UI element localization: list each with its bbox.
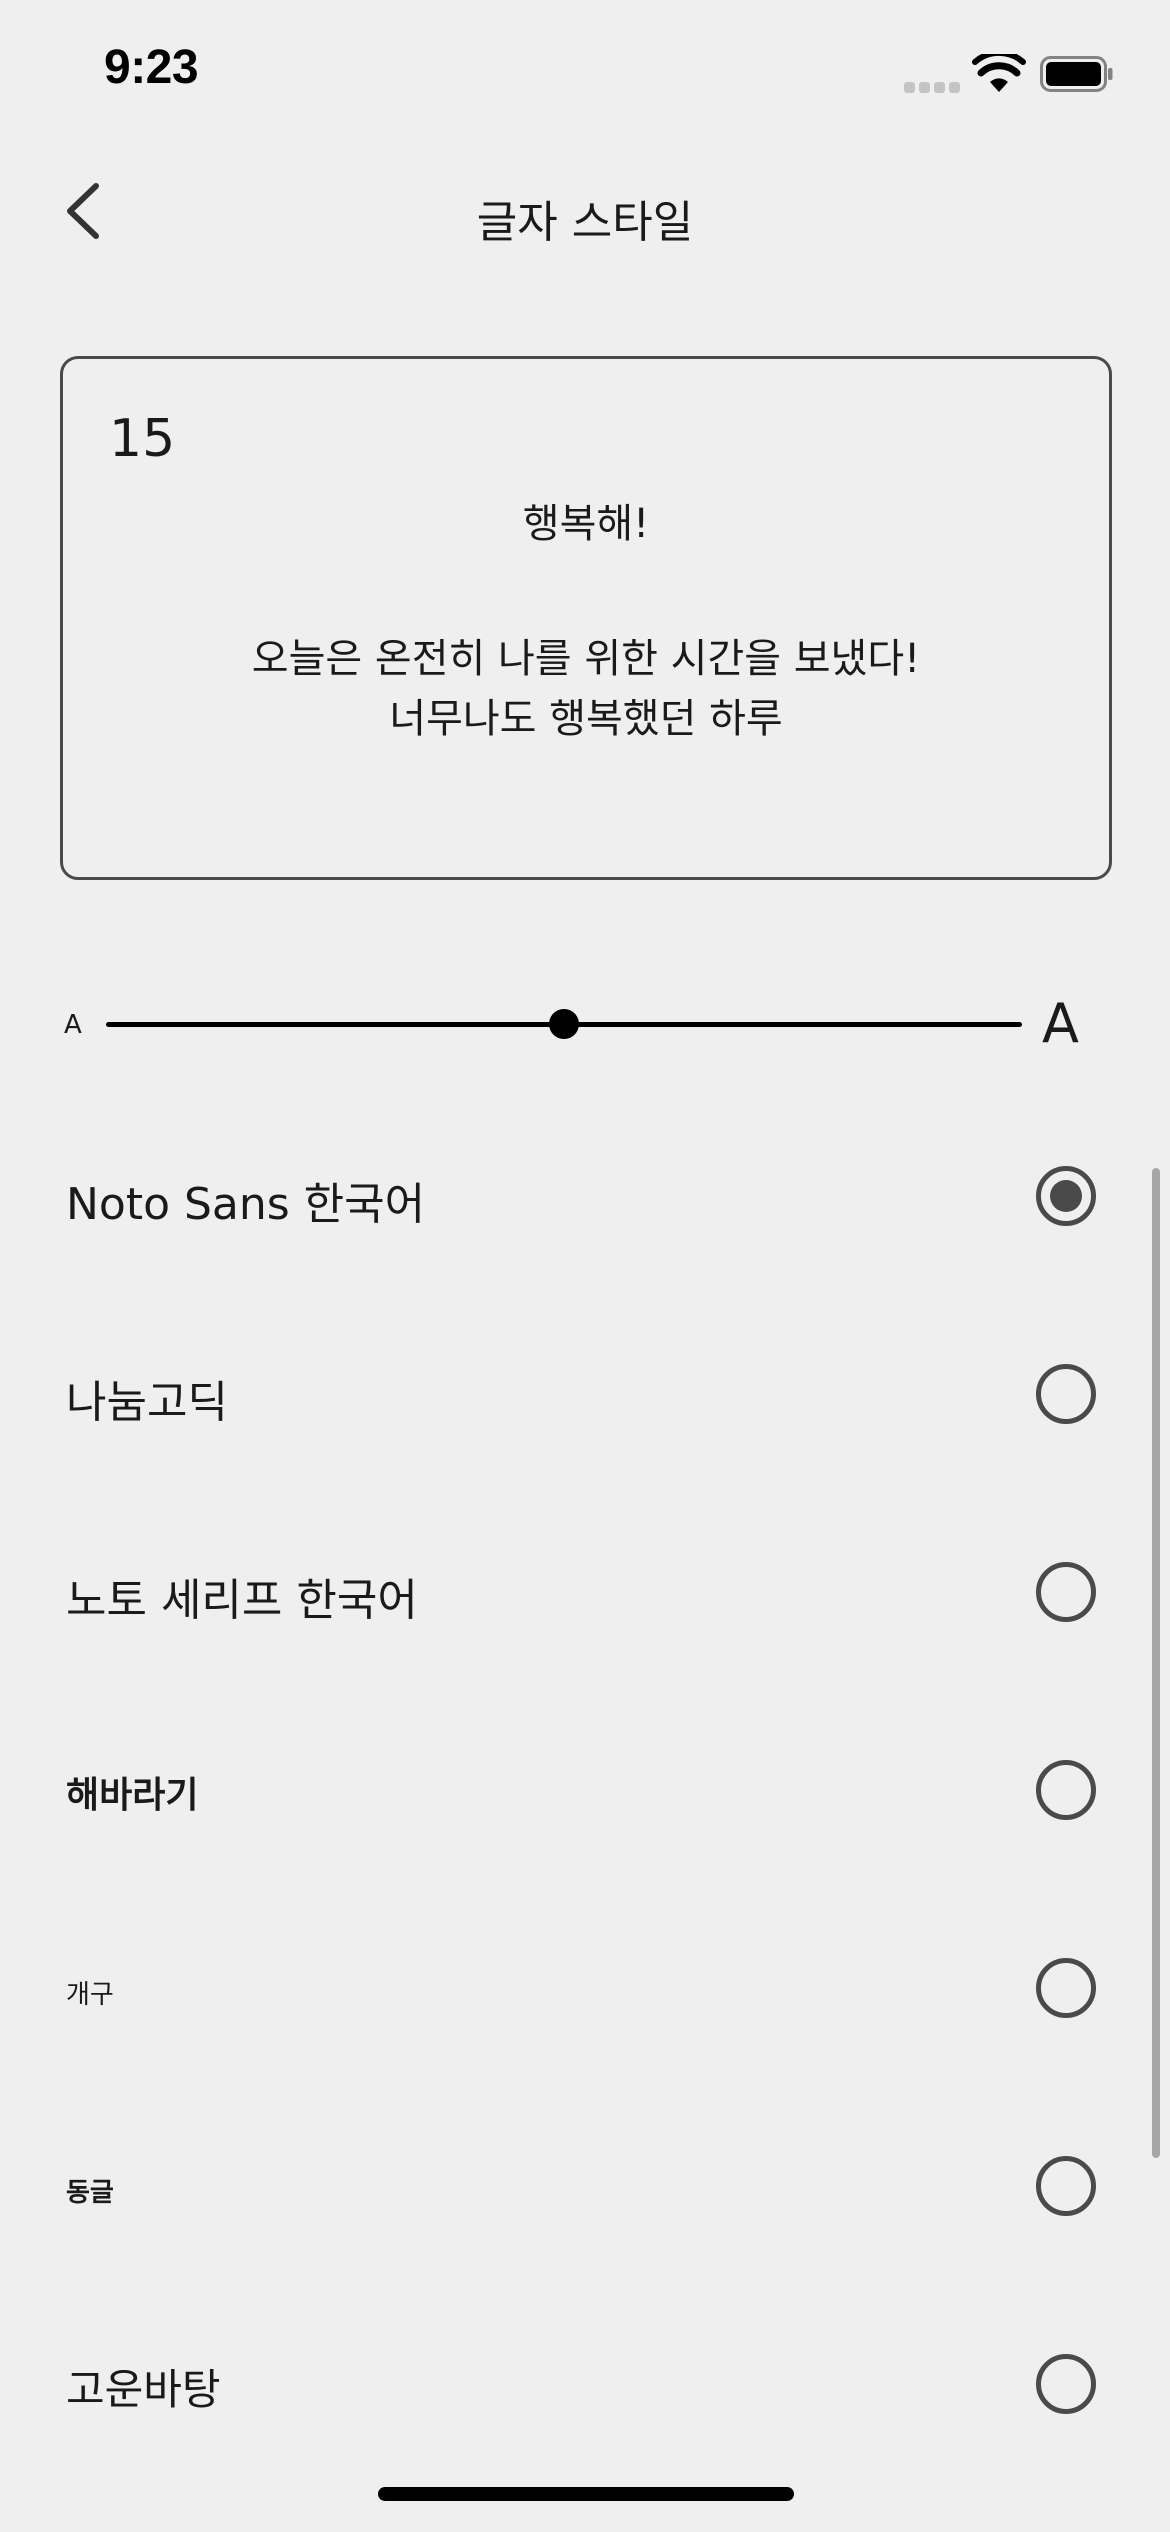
preview-body-line: 오늘은 온전히 나를 위한 시간을 보냈다! bbox=[251, 636, 921, 682]
font-size-slider-thumb[interactable] bbox=[549, 1009, 579, 1039]
font-style-screen: 9:23 글자 스타일 15 행복해! 오늘은 온전히 나를 위한 시간을 보냈… bbox=[0, 0, 1170, 2532]
font-option-label: 노토 세리프 한국어 bbox=[66, 1575, 418, 1626]
radio-icon[interactable] bbox=[1036, 1958, 1096, 2018]
wifi-icon bbox=[972, 54, 1026, 92]
preview-card: 15 행복해! 오늘은 온전히 나를 위한 시간을 보냈다! 너무나도 행복했던… bbox=[60, 356, 1112, 880]
preview-title: 행복해! bbox=[522, 501, 650, 547]
font-option-label: 개구 bbox=[66, 1980, 114, 2010]
font-option-label: Noto Sans 한국어 bbox=[66, 1179, 426, 1230]
font-option-gaegu[interactable]: 개구 bbox=[0, 1908, 1140, 2068]
radio-icon[interactable] bbox=[1036, 1760, 1096, 1820]
font-option-label: 고운바탕 bbox=[66, 2365, 221, 2414]
font-option-noto-sans[interactable]: Noto Sans 한국어 bbox=[0, 1116, 1140, 1276]
font-size-small-label: A bbox=[64, 1010, 82, 1040]
home-indicator bbox=[378, 2487, 794, 2501]
font-option-label: 해바라기 bbox=[66, 1775, 199, 1816]
signal-icon bbox=[904, 82, 960, 94]
battery-icon bbox=[1040, 56, 1113, 92]
page-title: 글자 스타일 bbox=[476, 197, 694, 248]
preview-body-line: 너무나도 행복했던 하루 bbox=[389, 696, 783, 742]
font-option-noto-serif[interactable]: 노토 세리프 한국어 bbox=[0, 1512, 1140, 1672]
font-option-dongle[interactable]: 동글 bbox=[0, 2106, 1140, 2266]
radio-icon[interactable] bbox=[1036, 1364, 1096, 1424]
font-option-label: 나눔고딕 bbox=[66, 1377, 228, 1428]
radio-icon[interactable] bbox=[1036, 2354, 1096, 2414]
preview-body: 오늘은 온전히 나를 위한 시간을 보냈다! 너무나도 행복했던 하루 bbox=[63, 629, 1109, 749]
status-time: 9:23 bbox=[104, 41, 199, 94]
radio-icon[interactable] bbox=[1036, 2156, 1096, 2216]
font-option-nanum-gothic[interactable]: 나눔고딕 bbox=[0, 1314, 1140, 1474]
font-option-gowun-batang[interactable]: 고운바탕 bbox=[0, 2304, 1140, 2464]
preview-date: 15 bbox=[109, 409, 176, 469]
radio-icon[interactable] bbox=[1036, 1562, 1096, 1622]
font-size-large-label: A bbox=[1042, 992, 1079, 1055]
font-option-sunflower[interactable]: 해바라기 bbox=[0, 1710, 1140, 1870]
radio-icon[interactable] bbox=[1036, 1166, 1096, 1226]
scrollbar[interactable] bbox=[1152, 1168, 1160, 2158]
font-option-label: 동글 bbox=[66, 2178, 114, 2208]
